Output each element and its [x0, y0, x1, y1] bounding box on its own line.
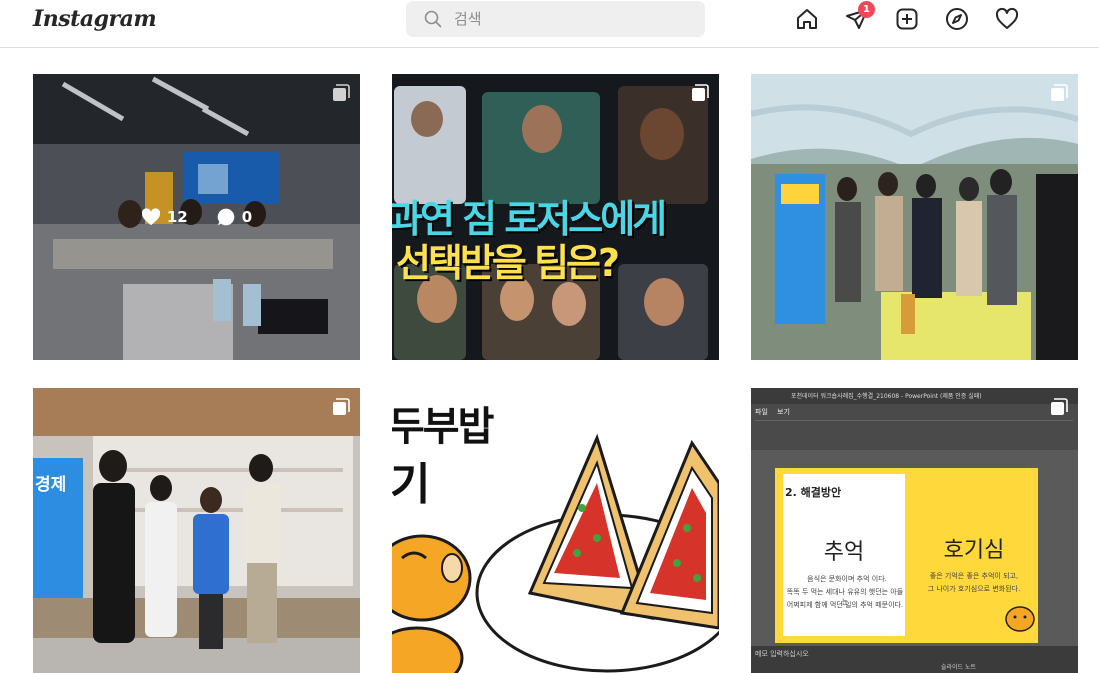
post-tile-2[interactable]: 과연 짐 로저스에게 선택받을 팀은? [392, 74, 719, 360]
comments-count: 0 [216, 207, 252, 227]
event-photo [751, 74, 1078, 360]
multiple-photos-icon [1051, 398, 1068, 415]
activity-heart-icon [995, 7, 1019, 29]
slide-canvas: 2. 해결방안 추억 음식은 문화이며 추억 이다. 똑똑 두 먹는 세대나 유… [775, 468, 1038, 643]
multiple-photos-icon [692, 84, 709, 101]
illustration-text-line1: 두부밥 [392, 404, 494, 450]
likes-count: 12 [141, 208, 188, 226]
post-tile-5[interactable]: 두부밥 기 [392, 388, 719, 673]
post-tile-4[interactable]: 경제 [33, 388, 360, 673]
slide-right-desc-2: 그 나이가 호기심으로 변화된다. [927, 585, 1021, 593]
hover-stats-overlay: 12 0 [33, 74, 360, 360]
ppt-notes-placeholder[interactable]: 메모 입력하십시오 [755, 649, 809, 659]
ppt-window-title: 포천데이터 워크숍사례집_수행결_210608 - PowerPoint (제품… [791, 393, 982, 400]
slide-heading: 2. 해결방안 [785, 486, 842, 499]
multiple-photos-icon [1051, 84, 1068, 101]
slide-left-desc-1: 음식은 문화이며 추억 이다. [807, 575, 887, 583]
activity-button[interactable] [993, 5, 1021, 33]
new-post-button[interactable] [893, 5, 921, 33]
illustration-text-line2: 기 [392, 459, 431, 510]
banner-text: 경제 [35, 475, 67, 495]
likes-value: 12 [166, 208, 188, 226]
ppt-status-bar: 메모 입력하십시오 슬라이드 노트 [751, 646, 1078, 673]
slide-left-panel: 2. 해결방안 추억 음식은 문화이며 추억 이다. 똑똑 두 먹는 세대나 유… [783, 474, 905, 636]
explore-button[interactable] [943, 5, 971, 33]
home-icon [797, 9, 817, 29]
group-photo [33, 388, 360, 673]
search-icon [424, 10, 442, 28]
ppt-title-bar: 포천데이터 워크숍사례집_수행결_210608 - PowerPoint (제품… [751, 388, 1078, 404]
multiple-photos-icon [333, 398, 350, 415]
nav-icons: 1 [793, 1, 1043, 33]
ppt-ribbon: 파일 보기 [751, 404, 1078, 450]
ppt-menu-file[interactable]: 파일 [755, 407, 768, 417]
comment-filled-icon [217, 208, 235, 226]
home-button[interactable] [793, 5, 821, 33]
mascot-character [1005, 606, 1035, 632]
post-tile-6[interactable]: 포천데이터 워크숍사례집_수행결_210608 - PowerPoint (제품… [751, 388, 1078, 673]
message-badge: 1 [858, 1, 875, 18]
instagram-logo[interactable]: Instagram [33, 6, 157, 32]
direct-messages-button[interactable]: 1 [843, 1, 875, 33]
comments-value: 0 [241, 208, 253, 226]
top-navigation-bar: Instagram 1 [0, 0, 1099, 48]
ppt-menu-view[interactable]: 보기 [777, 407, 790, 417]
slide-right-word: 호기심 [943, 538, 1005, 563]
heart-filled-icon [141, 208, 160, 226]
slide-left-word: 추억 [823, 540, 865, 565]
slide-left-desc-3: 어쩌피제 함께 먹던 일의 추억 떼문이다. [786, 601, 904, 609]
search-box[interactable] [406, 1, 705, 37]
post-tile-1[interactable]: 12 0 [33, 74, 360, 360]
post-tile-3[interactable] [751, 74, 1078, 360]
ppt-slide-notes-button[interactable]: 슬라이드 노트 [941, 662, 976, 671]
search-input[interactable] [452, 9, 696, 29]
new-post-icon [896, 8, 918, 30]
thumbnail-caption-line2: 선택받을 팀은? [396, 241, 620, 285]
explore-icon [946, 8, 968, 30]
slide-right-desc-1: 좋은 기억은 좋은 추억이 되고, [929, 572, 1019, 580]
